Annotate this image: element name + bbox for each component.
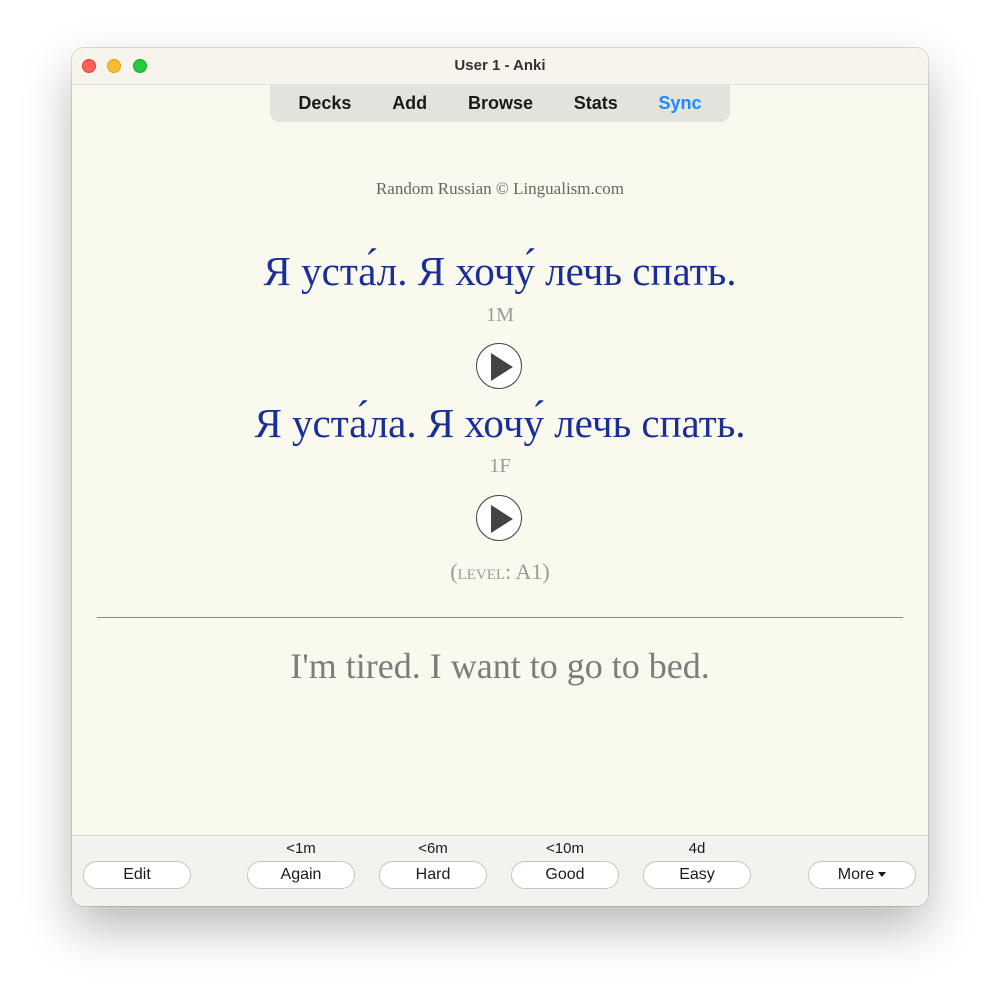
- more-button[interactable]: More: [808, 861, 916, 889]
- again-interval: <1m: [286, 840, 316, 857]
- answer-divider: [97, 617, 903, 618]
- level-word: level: [457, 559, 506, 584]
- again-button[interactable]: Again: [247, 861, 355, 889]
- level-close: ): [542, 559, 550, 584]
- play-male-audio-button[interactable]: [476, 343, 522, 389]
- hard-button[interactable]: Hard: [379, 861, 487, 889]
- answer-bar: Edit <1m Again <6m Hard <10m Good 4d Eas…: [72, 835, 928, 906]
- window-title: User 1 - Anki: [454, 57, 546, 74]
- play-female-audio-button[interactable]: [476, 495, 522, 541]
- hard-interval: <6m: [418, 840, 448, 857]
- level-open: (: [450, 559, 458, 584]
- level-value: A1: [515, 559, 543, 584]
- easy-button[interactable]: Easy: [643, 861, 751, 889]
- good-button[interactable]: Good: [511, 861, 619, 889]
- easy-interval: 4d: [688, 840, 706, 857]
- anki-window: User 1 - Anki Decks Add Browse Stats Syn…: [72, 48, 928, 906]
- level-separator: :: [505, 559, 516, 584]
- chevron-down-icon: [878, 872, 887, 878]
- play-icon: [491, 353, 513, 381]
- level-indicator: (level: A1): [72, 559, 928, 585]
- female-sentence: Я уста́ла. Я хочу́ лечь спать.: [254, 400, 746, 446]
- female-label: 1F: [489, 455, 511, 477]
- good-interval: <10m: [546, 840, 584, 857]
- more-label: More: [837, 866, 875, 883]
- edit-button[interactable]: Edit: [83, 861, 191, 889]
- review-card: Random Russian © Lingualism.com Я уста́л…: [72, 85, 928, 845]
- card-credit: Random Russian © Lingualism.com: [375, 179, 625, 198]
- male-sentence: Я уста́л. Я хочу́ лечь спать.: [263, 248, 737, 294]
- play-icon: [491, 505, 513, 533]
- male-label: 1M: [486, 304, 514, 326]
- title-bar[interactable]: User 1 - Anki: [72, 48, 928, 85]
- english-translation: I'm tired. I want to go to bed.: [290, 646, 710, 686]
